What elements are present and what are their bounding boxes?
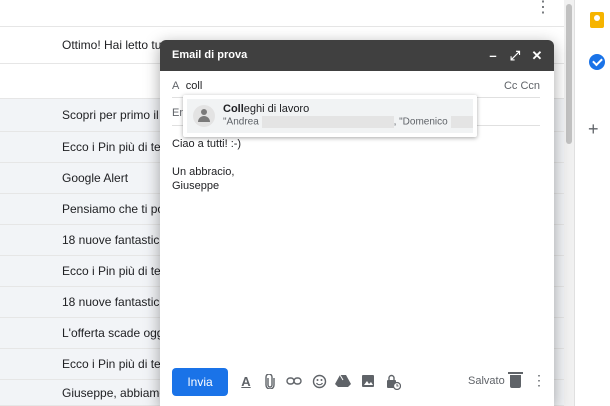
redacted-area (261, 116, 394, 128)
list-item[interactable] (0, 0, 574, 27)
message-body[interactable]: Ciao a tutti! :-) Un abbracio, Giuseppe (172, 137, 241, 193)
suggestion-members: "Andrea , "Domenico (223, 116, 473, 128)
compose-toolbar: Invia A Salvato ⋮ (160, 362, 554, 406)
body-line (172, 151, 241, 165)
recipients-row: A coll Cc Ccn (172, 80, 540, 92)
suggestion-title-match: Coll (223, 103, 244, 115)
list-item-subject: Ecco i Pin più di tenc (62, 140, 174, 154)
recipients-input[interactable]: coll (186, 80, 203, 92)
suggestion-title: Colleghi di lavoro (223, 103, 309, 115)
saved-status: Salvato (468, 375, 505, 387)
trash-icon[interactable] (508, 372, 523, 388)
tasks-icon[interactable] (589, 54, 605, 70)
fullscreen-icon[interactable]: ⤢ (508, 48, 522, 63)
add-icon[interactable]: + (588, 120, 599, 138)
body-line: Un abbracio, (172, 166, 235, 178)
body-line: Ciao a tutti! :-) (172, 138, 242, 150)
body-line: Giuseppe (172, 180, 220, 192)
autocomplete-dropdown: Colleghi di lavoro "Andrea , "Domenico (183, 95, 477, 137)
minimize-icon[interactable]: – (486, 48, 500, 63)
group-avatar-icon (193, 105, 215, 127)
list-item-subject: Ecco i Pin più di tenc (62, 264, 174, 278)
compose-window: Email di prova – ⤢ ✕ A coll Cc Ccn En Ci… (160, 40, 554, 406)
autocomplete-suggestion[interactable]: Colleghi di lavoro "Andrea , "Domenico (187, 99, 473, 133)
compose-header-buttons: – ⤢ ✕ (486, 40, 544, 71)
insert-photo-icon[interactable] (360, 374, 376, 390)
confidential-mode-icon[interactable] (385, 374, 402, 391)
suggestion-member-2: , "Domenico (393, 116, 448, 128)
formatting-icon[interactable]: A (238, 374, 254, 390)
attach-icon[interactable] (262, 373, 278, 390)
keep-icon[interactable] (590, 12, 604, 28)
emoji-icon[interactable] (311, 374, 327, 390)
list-item-subject: Google Alert (62, 171, 129, 185)
more-options-icon[interactable]: ⋮ (532, 372, 546, 388)
list-item-subject: Pensiamo che ti pos (62, 202, 171, 216)
list-item-subject: L'offerta scade oggi: (62, 326, 170, 340)
list-item-subject: Ottimo! Hai letto tutti (62, 38, 171, 52)
send-button[interactable]: Invia (172, 368, 228, 396)
suggestion-member-1: "Andrea (223, 116, 259, 128)
link-icon[interactable] (286, 374, 302, 390)
suggestion-title-rest: eghi di lavoro (243, 103, 310, 115)
redacted-area (450, 116, 473, 128)
list-item-subject: 18 nuove fantastich (62, 233, 167, 247)
list-item-subject: Giuseppe, abbiamo (62, 385, 167, 400)
compose-title: Email di prova (172, 49, 248, 61)
cc-bcc-link[interactable]: Cc Ccn (504, 80, 540, 92)
list-item-subject: 18 nuove fantastich (62, 295, 167, 309)
to-label: A (172, 80, 179, 92)
list-item-subject: Ecco i Pin più di tenc (62, 357, 174, 371)
close-icon[interactable]: ✕ (530, 48, 544, 63)
drive-icon[interactable] (335, 374, 351, 390)
compose-header[interactable]: Email di prova – ⤢ ✕ (160, 40, 554, 71)
more-options-icon[interactable]: ⋮ (535, 0, 551, 16)
list-item-subject: Scopri per primo il f (62, 108, 166, 122)
scrollbar-thumb[interactable] (566, 4, 572, 144)
